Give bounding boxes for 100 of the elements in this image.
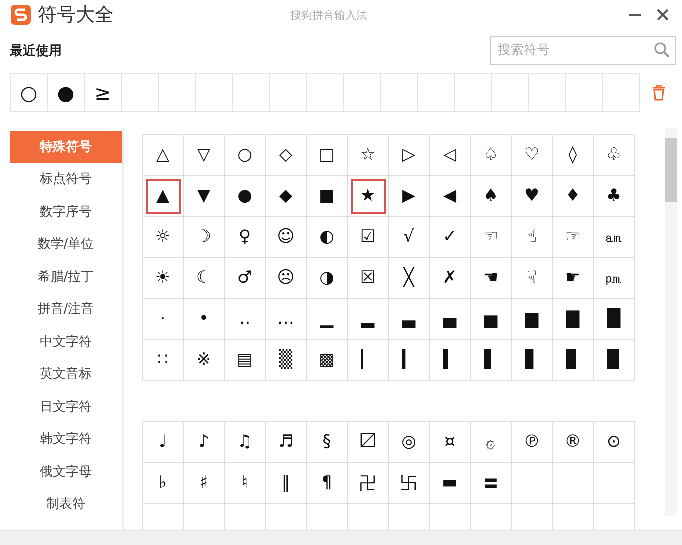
category-tab[interactable]: 英文音标	[10, 358, 122, 390]
symbol-cell[interactable]: ♬	[266, 422, 307, 463]
symbol-cell[interactable]: ☀	[143, 258, 184, 299]
symbol-cell[interactable]: ▶	[389, 176, 430, 217]
symbol-cell[interactable]: ♣	[594, 176, 635, 217]
symbol-cell[interactable]: ♭	[143, 463, 184, 504]
symbol-cell[interactable]: ◀	[430, 176, 471, 217]
symbol-cell[interactable]: ♥	[512, 176, 553, 217]
symbol-cell[interactable]: ☺	[266, 217, 307, 258]
symbol-cell[interactable]: ※	[184, 340, 225, 381]
search-icon[interactable]	[654, 42, 670, 58]
symbol-cell[interactable]: █	[594, 299, 635, 340]
symbol-cell[interactable]: ♠	[471, 176, 512, 217]
symbol-cell[interactable]: ▃	[389, 299, 430, 340]
symbol-cell[interactable]: ☟	[512, 258, 553, 299]
symbol-cell[interactable]: ㏘	[594, 258, 635, 299]
symbol-cell[interactable]: ☚	[471, 258, 512, 299]
symbol-cell[interactable]: •	[184, 299, 225, 340]
symbol-cell[interactable]: ▇	[553, 299, 594, 340]
symbol-cell[interactable]: ▂	[348, 299, 389, 340]
category-tab[interactable]: 日文字符	[10, 391, 122, 422]
symbol-cell[interactable]: ☝	[512, 217, 553, 258]
symbol-cell[interactable]: 卐	[389, 463, 430, 504]
symbol-cell[interactable]: ●	[225, 176, 266, 217]
symbol-cell[interactable]: ¶	[307, 463, 348, 504]
symbol-cell[interactable]: ㏂	[594, 217, 635, 258]
symbol-cell[interactable]: ☹	[266, 258, 307, 299]
symbol-cell[interactable]: ▌	[471, 340, 512, 381]
category-tab[interactable]: 制表符	[10, 488, 122, 520]
symbol-cell[interactable]: ⊙	[594, 422, 635, 463]
symbol-cell[interactable]: ♯	[184, 463, 225, 504]
symbol-cell[interactable]: ▅	[471, 299, 512, 340]
symbol-cell[interactable]: ‥	[225, 299, 266, 340]
symbol-cell[interactable]: ≥	[85, 74, 122, 112]
category-tab[interactable]: 拼音/注音	[10, 294, 122, 325]
symbol-cell[interactable]: 卍	[348, 463, 389, 504]
symbol-cell[interactable]: ♫	[225, 422, 266, 463]
symbol-cell[interactable]: ╳	[389, 258, 430, 299]
symbol-cell[interactable]: ✓	[430, 217, 471, 258]
symbol-cell[interactable]: ♧	[594, 135, 635, 176]
symbol-cell[interactable]: ◁	[430, 135, 471, 176]
symbol-cell[interactable]: ▁	[307, 299, 348, 340]
symbol-cell[interactable]: ☼	[143, 217, 184, 258]
symbol-cell[interactable]: ♤	[471, 135, 512, 176]
symbol-cell[interactable]: ☛	[553, 258, 594, 299]
symbol-cell[interactable]: ▏	[348, 340, 389, 381]
symbol-cell[interactable]: ★	[348, 176, 389, 217]
symbol-cell[interactable]: ♮	[225, 463, 266, 504]
symbol-cell[interactable]: ☒	[348, 258, 389, 299]
symbol-cell[interactable]: ▬	[430, 463, 471, 504]
symbol-cell[interactable]: ‖	[266, 463, 307, 504]
symbol-cell[interactable]: ▩	[307, 340, 348, 381]
category-tab[interactable]: 俄文字母	[10, 456, 122, 488]
symbol-cell[interactable]: ▉	[594, 340, 635, 381]
symbol-cell[interactable]: ◊	[553, 135, 594, 176]
symbol-cell[interactable]: ☽	[184, 217, 225, 258]
symbol-cell[interactable]: ♀	[225, 217, 266, 258]
symbol-cell[interactable]: ▍	[430, 340, 471, 381]
symbol-cell[interactable]: ☆	[348, 135, 389, 176]
symbol-cell[interactable]: ●	[48, 74, 85, 112]
category-tab[interactable]: 韩文字符	[10, 424, 122, 455]
category-tab[interactable]: 中文字符	[10, 326, 122, 358]
symbol-cell[interactable]: ¤	[430, 422, 471, 463]
scrollbar-thumb[interactable]	[665, 138, 677, 202]
category-tab[interactable]: 标点符号	[10, 164, 122, 195]
symbol-cell[interactable]: ☜	[471, 217, 512, 258]
symbol-cell[interactable]: ♩	[143, 422, 184, 463]
symbol-cell[interactable]: ℗	[512, 422, 553, 463]
symbol-cell[interactable]: ▤	[225, 340, 266, 381]
symbol-cell[interactable]: ☞	[553, 217, 594, 258]
symbol-cell[interactable]: ✗	[430, 258, 471, 299]
symbol-cell[interactable]: §	[307, 422, 348, 463]
symbol-cell[interactable]: ۞	[471, 422, 512, 463]
symbol-cell[interactable]: ▊	[553, 340, 594, 381]
symbol-cell[interactable]: ♦	[553, 176, 594, 217]
symbol-cell[interactable]: ®	[553, 422, 594, 463]
symbol-cell[interactable]: ▆	[512, 299, 553, 340]
symbol-cell[interactable]: ▷	[389, 135, 430, 176]
search-field[interactable]: 搜索符号	[490, 36, 676, 65]
symbol-cell[interactable]: ▎	[389, 340, 430, 381]
trash-icon[interactable]	[652, 84, 666, 100]
symbol-cell[interactable]: ♂	[225, 258, 266, 299]
category-tab[interactable]: 希腊/拉丁	[10, 261, 122, 292]
symbol-cell[interactable]: ∷	[143, 340, 184, 381]
symbol-cell[interactable]: ○	[225, 135, 266, 176]
symbol-cell[interactable]: ♡	[512, 135, 553, 176]
symbol-cell[interactable]: ◇	[266, 135, 307, 176]
symbol-cell[interactable]: ◆	[266, 176, 307, 217]
category-tab[interactable]: 数学/单位	[10, 228, 122, 260]
symbol-cell[interactable]: □	[307, 135, 348, 176]
symbol-cell[interactable]: ◎	[389, 422, 430, 463]
symbol-cell[interactable]: ♪	[184, 422, 225, 463]
symbol-cell[interactable]: ○	[11, 74, 48, 112]
symbol-cell[interactable]: ▄	[430, 299, 471, 340]
symbol-cell[interactable]: √	[389, 217, 430, 258]
symbol-cell[interactable]: ☑	[348, 217, 389, 258]
symbol-cell[interactable]: ▽	[184, 135, 225, 176]
symbol-cell[interactable]: ▋	[512, 340, 553, 381]
symbol-cell[interactable]: ■	[307, 176, 348, 217]
symbol-cell[interactable]: 〼	[348, 422, 389, 463]
